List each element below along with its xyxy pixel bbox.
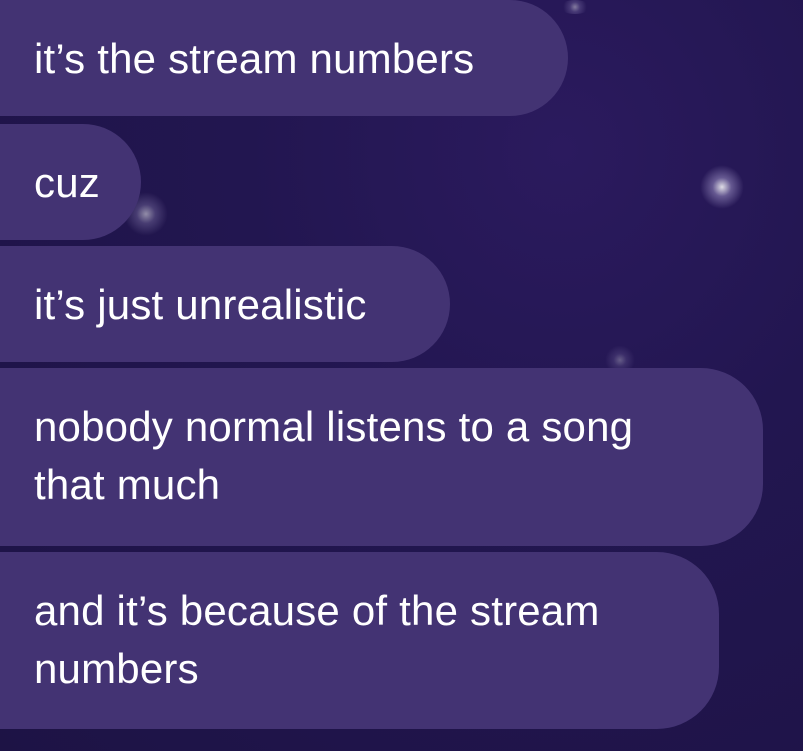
sparkle-decoration bbox=[560, 0, 590, 14]
message-bubble[interactable]: it’s just unrealistic bbox=[0, 246, 450, 362]
message-text: and it’s because of the stream numbers bbox=[34, 587, 600, 692]
message-text: it’s just unrealistic bbox=[34, 281, 367, 328]
message-text: nobody normal listens to a song that muc… bbox=[34, 403, 634, 508]
message-bubble[interactable]: nobody normal listens to a song that muc… bbox=[0, 368, 763, 546]
message-bubble[interactable]: and it’s because of the stream numbers bbox=[0, 552, 719, 729]
message-bubble[interactable]: cuz bbox=[0, 124, 141, 240]
message-text: it’s the stream numbers bbox=[34, 35, 475, 82]
chat-screen: { "chat": { "messages": [ { "text": "it’… bbox=[0, 0, 803, 751]
sparkle-decoration bbox=[700, 165, 744, 209]
message-text: cuz bbox=[34, 159, 100, 206]
message-bubble[interactable]: it’s the stream numbers bbox=[0, 0, 568, 116]
